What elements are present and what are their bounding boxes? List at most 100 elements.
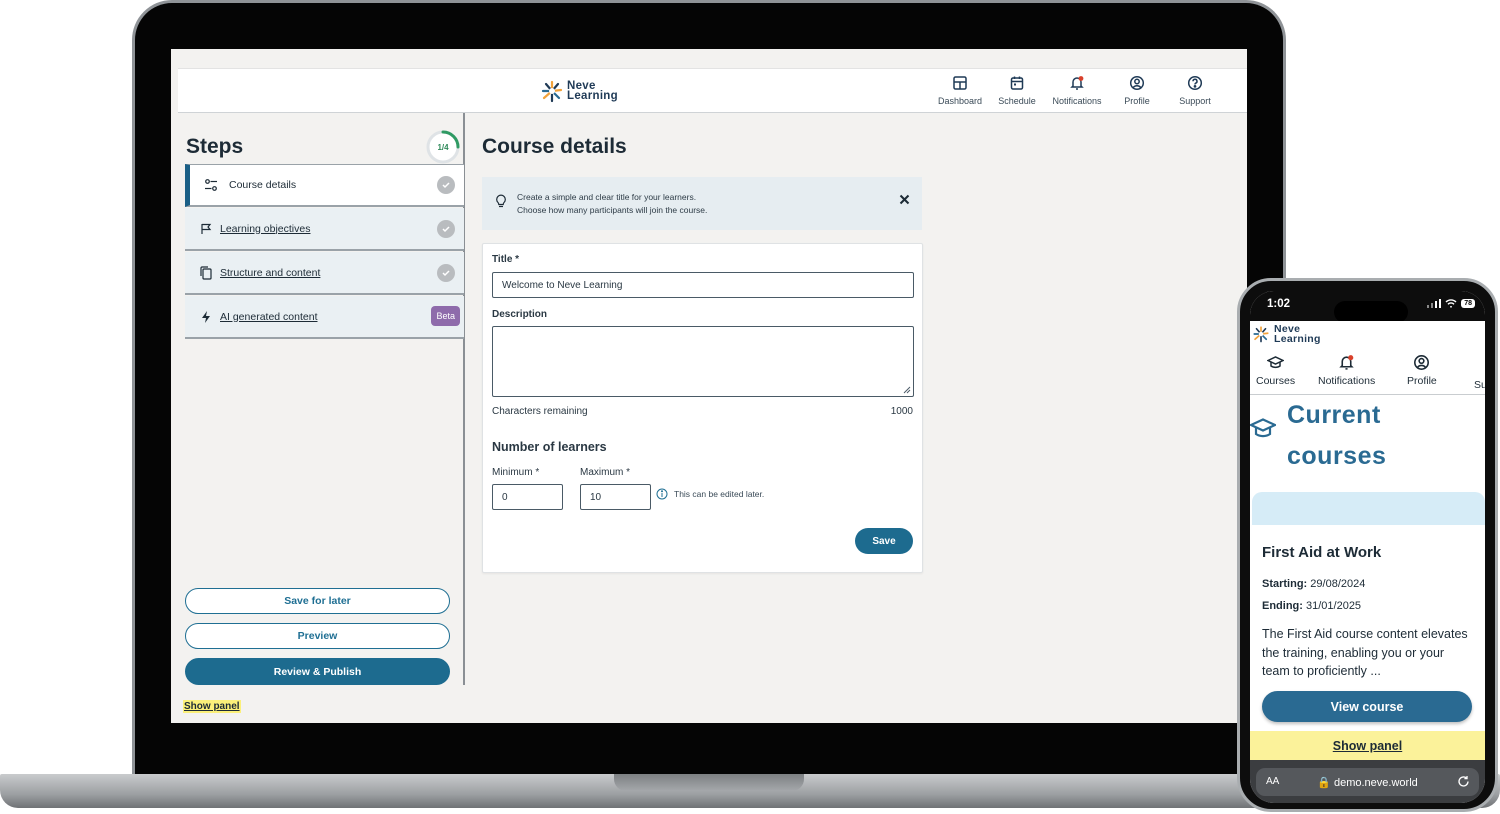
browser-url-bar: AA 🔒 demo.neve.world xyxy=(1250,760,1485,803)
phone-nav: Courses Notifications Profile Su xyxy=(1250,347,1485,395)
phone-nav-notifications[interactable]: Notifications xyxy=(1318,354,1375,387)
wifi-icon xyxy=(1445,299,1457,308)
step-course-details[interactable]: Course details xyxy=(185,164,464,207)
course-description: The First Aid course content elevates th… xyxy=(1262,627,1468,678)
address-field[interactable]: AA 🔒 demo.neve.world xyxy=(1256,768,1479,796)
nav-notifications[interactable]: Notifications xyxy=(1045,75,1109,106)
phone-nav-label: Su xyxy=(1474,379,1485,391)
nav-profile[interactable]: Profile xyxy=(1105,75,1169,106)
phone-nav-label: Notifications xyxy=(1318,375,1376,387)
step-structure-content[interactable]: Structure and content xyxy=(185,252,464,295)
phone-nav-profile[interactable]: Profile xyxy=(1407,354,1437,387)
characters-remaining-value: 1000 xyxy=(890,406,913,417)
sliders-icon xyxy=(205,179,217,191)
minimum-input[interactable]: 0 xyxy=(492,484,563,510)
phone-nav-courses[interactable]: Courses xyxy=(1256,354,1295,387)
brand-line-2: Learning xyxy=(1274,333,1321,345)
progress-label: 1/4 xyxy=(437,142,449,152)
show-panel-link[interactable]: Show panel xyxy=(183,700,241,713)
nav-dashboard[interactable]: Dashboard xyxy=(928,75,992,106)
starting-value: 29/08/2024 xyxy=(1310,578,1366,590)
step-ai-generated-content[interactable]: AI generated content Beta xyxy=(185,296,464,339)
page-title: Course details xyxy=(482,135,627,158)
calendar-icon xyxy=(1010,76,1024,90)
tip-line-1: Create a simple and clear title for your… xyxy=(517,192,697,202)
nav-schedule[interactable]: Schedule xyxy=(985,75,1049,106)
signal-icon xyxy=(1427,299,1442,308)
ending-label: Ending: xyxy=(1262,600,1303,612)
step-learning-objectives[interactable]: Learning objectives xyxy=(185,208,464,251)
status-bar: 1:02 78 xyxy=(1250,291,1485,323)
nav-schedule-label: Schedule xyxy=(998,96,1036,106)
brand-line-2: Learning xyxy=(567,90,618,102)
graduation-cap-icon xyxy=(1267,356,1285,369)
learners-heading: Number of learners xyxy=(492,440,607,454)
nav-support-label: Support xyxy=(1179,96,1211,106)
course-ending: Ending: 31/01/2025 xyxy=(1262,600,1361,612)
lightbulb-icon xyxy=(496,194,506,208)
nav-notifications-label: Notifications xyxy=(1052,96,1102,106)
flag-icon xyxy=(201,223,212,234)
maximum-input[interactable]: 10 xyxy=(580,484,651,510)
title-input[interactable]: Welcome to Neve Learning xyxy=(492,272,914,298)
nav-support[interactable]: Support xyxy=(1163,75,1227,106)
check-icon xyxy=(437,263,455,282)
minimum-label: Minimum * xyxy=(492,467,540,478)
user-circle-icon xyxy=(1129,75,1145,91)
neve-logo-icon xyxy=(541,80,563,103)
neve-logo-icon xyxy=(1253,326,1269,343)
url-text: 🔒 demo.neve.world xyxy=(1317,777,1418,789)
phone-brand-logo[interactable]: Neve Learning xyxy=(1252,324,1321,344)
check-icon xyxy=(437,219,455,238)
reload-icon[interactable] xyxy=(1457,775,1470,788)
laptop-notch xyxy=(614,774,804,791)
dynamic-island xyxy=(1334,301,1408,323)
nav-profile-label: Profile xyxy=(1124,96,1150,106)
course-details-form: Title * Welcome to Neve Learning Descrip… xyxy=(482,243,923,573)
phone-nav-label: Courses xyxy=(1256,375,1296,387)
hint-text: This can be edited later. xyxy=(674,489,765,499)
bell-icon xyxy=(1070,76,1084,90)
phone-nav-label: Profile xyxy=(1407,375,1437,387)
steps-title: Steps xyxy=(186,135,244,158)
phone-show-panel-link[interactable]: Show panel xyxy=(1250,731,1485,760)
copy-icon xyxy=(200,265,212,280)
characters-remaining-label: Characters remaining xyxy=(492,406,588,417)
maximum-label: Maximum * xyxy=(580,467,631,478)
course-title: First Aid at Work xyxy=(1262,544,1382,561)
current-courses-heading: Current courses xyxy=(1287,395,1386,477)
nav-dashboard-label: Dashboard xyxy=(937,96,983,106)
course-card-banner xyxy=(1252,492,1485,525)
preview-button[interactable]: Preview xyxy=(185,623,450,649)
dashboard-icon xyxy=(953,76,967,90)
lightning-icon xyxy=(202,310,210,323)
save-for-later-button[interactable]: Save for later xyxy=(185,588,450,614)
ending-value: 31/01/2025 xyxy=(1306,600,1362,612)
view-course-button[interactable]: View course xyxy=(1262,691,1472,722)
phone-header: Neve Learning xyxy=(1250,321,1485,347)
graduation-cap-icon xyxy=(1250,418,1276,438)
help-circle-icon xyxy=(1187,75,1203,91)
laptop-screen: Neve Learning Dashboard Schedule Notific… xyxy=(171,49,1247,723)
beta-badge: Beta xyxy=(431,306,460,326)
bell-icon xyxy=(1339,355,1354,370)
edit-later-hint: This can be edited later. xyxy=(656,488,764,500)
tip-line-2: Choose how many participants will join t… xyxy=(517,205,708,215)
close-icon[interactable] xyxy=(899,194,910,205)
resize-handle-icon[interactable] xyxy=(903,386,911,394)
status-time: 1:02 xyxy=(1267,298,1291,310)
title-label: Title * xyxy=(492,254,520,265)
step-label: Learning objectives xyxy=(220,222,311,235)
description-textarea[interactable] xyxy=(492,326,914,397)
top-navigation-bar: Neve Learning Dashboard Schedule Notific… xyxy=(178,68,1247,113)
save-button[interactable]: Save xyxy=(855,528,913,554)
tip-banner: Create a simple and clear title for your… xyxy=(482,177,922,230)
review-publish-button[interactable]: Review & Publish xyxy=(185,658,450,685)
steps-panel: Steps 1/4 Course details Learning object… xyxy=(185,113,465,685)
phone-nav-support[interactable]: Su xyxy=(1474,354,1485,391)
battery-indicator: 78 xyxy=(1461,299,1475,308)
step-label: Course details xyxy=(229,179,297,191)
user-circle-icon xyxy=(1414,355,1430,370)
phone-screen: 1:02 78 Neve Learning Courses Notificati… xyxy=(1250,291,1485,803)
brand-logo[interactable]: Neve Learning xyxy=(540,79,618,103)
